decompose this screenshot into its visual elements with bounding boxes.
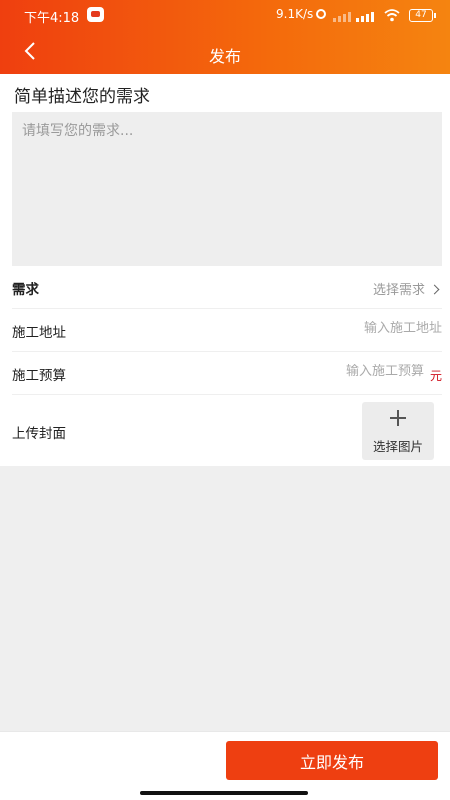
publish-form: 简单描述您的需求 需求 选择需求 施工地址 施工预算 元 上传封面 选择图片 xyxy=(0,74,450,466)
home-indicator xyxy=(140,791,308,795)
bottom-bar: 立即发布 xyxy=(0,731,450,800)
wifi-icon xyxy=(384,9,400,22)
top-bar: 下午4:18 9.1K/s 47 发布 xyxy=(0,0,450,74)
address-input[interactable] xyxy=(242,321,442,336)
publish-button[interactable]: 立即发布 xyxy=(226,741,438,780)
cover-label: 上传封面 xyxy=(12,426,66,442)
budget-row: 施工预算 元 xyxy=(12,352,442,395)
cover-row: 上传封面 选择图片 xyxy=(12,396,442,466)
demand-row[interactable]: 需求 选择需求 xyxy=(12,266,442,309)
status-time: 下午4:18 xyxy=(24,11,80,26)
description-heading: 简单描述您的需求 xyxy=(14,87,150,107)
description-textarea[interactable] xyxy=(12,112,442,266)
notification-icon xyxy=(87,7,104,22)
page-title: 发布 xyxy=(208,47,241,66)
demand-select[interactable]: 选择需求 xyxy=(372,279,440,298)
network-speed: 9.1K/s xyxy=(276,7,314,21)
budget-unit: 元 xyxy=(429,369,442,383)
alarm-icon xyxy=(316,9,326,19)
select-image-label: 选择图片 xyxy=(372,439,423,454)
address-label: 施工地址 xyxy=(12,325,66,341)
battery-tip xyxy=(434,13,436,18)
address-row: 施工地址 xyxy=(12,309,442,352)
chevron-right-icon xyxy=(429,284,440,295)
plus-icon xyxy=(390,410,406,426)
signal-icon xyxy=(333,10,351,22)
battery-icon: 47 xyxy=(409,9,433,22)
select-image-button[interactable]: 选择图片 xyxy=(362,402,434,460)
signal-icon xyxy=(356,10,374,22)
budget-input[interactable] xyxy=(224,364,424,379)
status-bar: 下午4:18 9.1K/s 47 xyxy=(0,0,450,30)
demand-select-label: 选择需求 xyxy=(372,283,425,298)
demand-label: 需求 xyxy=(12,282,39,298)
budget-label: 施工预算 xyxy=(12,368,66,384)
